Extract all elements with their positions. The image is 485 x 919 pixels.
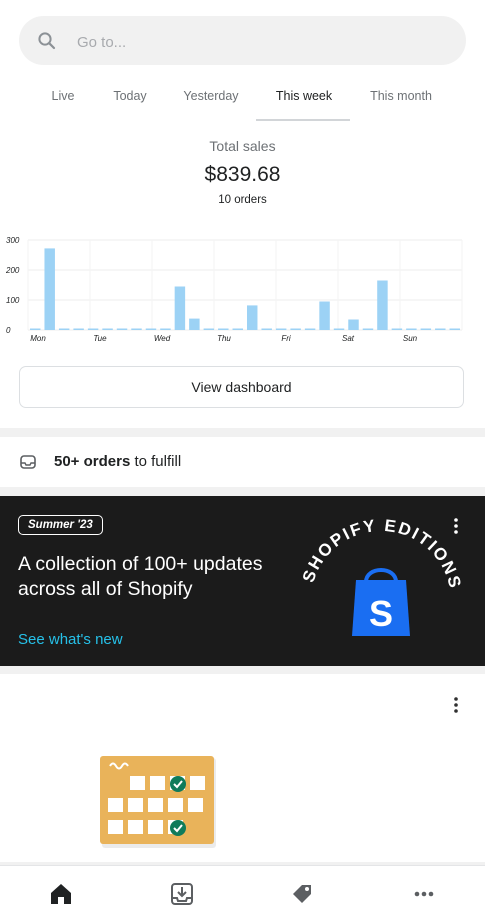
- sales-summary: Total sales $839.68 10 orders: [0, 136, 485, 210]
- sales-card: Live Today Yesterday This week This mont…: [0, 0, 485, 428]
- tag-icon[interactable]: [288, 880, 316, 908]
- tab-yesterday[interactable]: Yesterday: [176, 80, 246, 120]
- home-icon[interactable]: [47, 880, 75, 908]
- chart-bar: [319, 301, 330, 330]
- orders-to-fulfill-count: 50+ orders: [54, 453, 131, 470]
- chart-bar: [435, 328, 446, 330]
- chart-bar: [333, 328, 345, 330]
- chart-bar: [87, 328, 99, 330]
- total-sales-label: Total sales: [209, 138, 276, 154]
- search-icon: [38, 32, 56, 50]
- chart-bar: [218, 328, 229, 330]
- promo-headline: A collection of 100+ updates across all …: [18, 553, 263, 600]
- orders-to-fulfill-row[interactable]: 50+ orders to fulfill: [0, 437, 485, 487]
- sales-chart: 300 200 100 0 Mon Tue Wed Thu Fri Sat Sun: [5, 236, 463, 343]
- y-tick-label: 100: [6, 296, 20, 305]
- x-tick-label: Thu: [217, 334, 231, 343]
- chart-bar: [420, 328, 432, 330]
- shopify-editions-badge: SHOPIFY EDITIONS S: [299, 516, 463, 636]
- orders-to-fulfill-suffix: to fulfill: [130, 453, 182, 470]
- search-bar[interactable]: [19, 16, 466, 65]
- bag-letter: S: [369, 593, 393, 634]
- summer-badge: Summer '23: [18, 515, 103, 535]
- y-tick-label: 200: [5, 266, 20, 275]
- bottom-navigation: [0, 865, 485, 919]
- x-tick-label: Wed: [154, 334, 171, 343]
- chart-bar: [391, 328, 403, 330]
- promo-card: Summer '23 A collection of 100+ updates …: [0, 496, 485, 666]
- date-range-tabs: Live Today Yesterday This week This mont…: [0, 80, 485, 124]
- calendar-illustration: [100, 756, 216, 848]
- chart-bar: [406, 328, 417, 330]
- chart-bar: [247, 305, 258, 330]
- chart-bar: [30, 328, 41, 330]
- tasks-card: [0, 674, 485, 862]
- chart-bar: [160, 328, 171, 330]
- inbox-download-icon[interactable]: [168, 880, 196, 908]
- more-vertical-icon[interactable]: [450, 696, 462, 714]
- total-sales-amount: $839.68: [204, 163, 281, 186]
- orders-count: 10 orders: [218, 194, 267, 206]
- tab-today[interactable]: Today: [104, 80, 156, 120]
- chart-bar: [189, 318, 200, 330]
- x-tick-label: Tue: [93, 334, 107, 343]
- view-dashboard-button[interactable]: View dashboard: [19, 366, 464, 408]
- tab-this-month[interactable]: This month: [360, 80, 442, 120]
- x-tick-label: Sun: [403, 334, 418, 343]
- chart-bar: [449, 328, 460, 330]
- chart-bar: [261, 328, 272, 330]
- x-tick-label: Mon: [30, 334, 46, 343]
- shopify-bag-icon: S: [352, 568, 410, 636]
- y-tick-label: 0: [6, 326, 11, 335]
- tab-live[interactable]: Live: [42, 80, 84, 120]
- chart-bar: [304, 328, 316, 330]
- chart-bar: [73, 328, 84, 330]
- chart-bar: [131, 328, 142, 330]
- search-input[interactable]: [75, 28, 449, 56]
- chart-bar: [290, 328, 301, 330]
- chart-bar: [348, 319, 359, 330]
- chart-bar: [174, 286, 186, 330]
- check-circle-icon: [170, 820, 186, 836]
- see-whats-new-link[interactable]: See what's new: [18, 631, 123, 648]
- chart-bar: [145, 328, 157, 330]
- tab-this-week[interactable]: This week: [264, 80, 344, 120]
- chart-bar: [203, 328, 215, 330]
- chart-bar: [275, 328, 287, 330]
- chart-bar: [377, 280, 388, 330]
- orders-to-fulfill-text: 50+ orders to fulfill: [54, 453, 181, 471]
- chart-bar: [58, 328, 70, 330]
- chart-bar: [116, 328, 128, 330]
- x-tick-label: Fri: [281, 334, 291, 343]
- y-tick-label: 300: [6, 236, 20, 245]
- more-horizontal-icon[interactable]: [410, 880, 438, 908]
- check-circle-icon: [170, 776, 186, 792]
- chart-bar: [44, 248, 55, 330]
- chart-bar: [232, 328, 243, 330]
- chart-bar: [102, 328, 113, 330]
- inbox-icon: [20, 455, 36, 469]
- chart-bar: [362, 328, 374, 330]
- x-tick-label: Sat: [342, 334, 355, 343]
- active-tab-indicator: [256, 119, 350, 121]
